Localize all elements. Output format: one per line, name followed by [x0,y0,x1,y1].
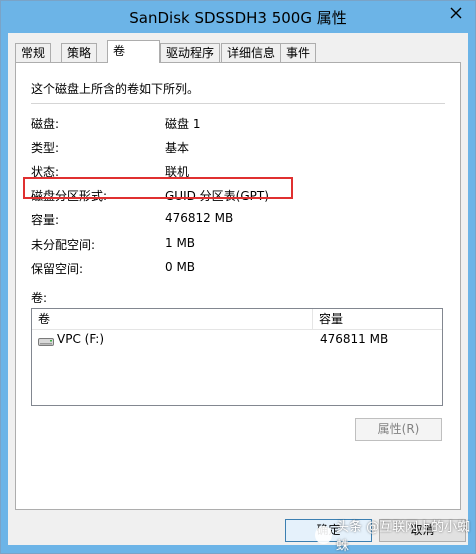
volume-name-cell: VPC (F:) [38,330,104,348]
window-title: SanDisk SDSSDH3 500G 属性 [129,9,347,27]
volume-properties-button[interactable]: 属性(R) [355,418,442,441]
type-label: 类型: [31,141,60,155]
panel-description: 这个磁盘上所含的卷如下所列。 [31,82,200,96]
column-header-volume[interactable]: 卷 [32,309,313,329]
drive-icon [38,334,54,346]
capacity-label: 容量: [31,213,60,227]
disk-label: 磁盘: [31,117,60,131]
capacity-value: 476812 MB [165,211,234,225]
properties-dialog: SanDisk SDSSDH3 500G 属性 常规 策略 卷 驱动程序 详细信… [0,0,476,554]
watermark-text: 头条 @互联网上的小蜘蛛 [336,520,471,554]
type-value: 基本 [165,141,190,155]
column-header-capacity[interactable]: 容量 [313,309,442,329]
volume-capacity: 476811 MB [320,332,389,346]
close-button[interactable] [440,2,471,23]
tab-events[interactable]: 事件 [280,43,317,62]
list-item[interactable]: VPC (F:) 476811 MB [32,330,442,348]
watermark: 头条 @互联网上的小蜘蛛 [315,520,475,554]
divider [31,103,445,104]
unallocated-label: 未分配空间: [31,238,96,252]
unallocated-value: 1 MB [165,236,196,250]
volumes-panel: 这个磁盘上所含的卷如下所列。 磁盘: 磁盘 1 类型: 基本 状态: 联机 磁盘… [15,62,461,510]
volume-name: VPC (F:) [57,332,105,346]
tab-volumes[interactable]: 卷 [107,40,160,63]
tab-general[interactable]: 常规 [15,43,52,62]
disk-value: 磁盘 1 [165,117,201,131]
reserved-label: 保留空间: [31,262,84,276]
tab-details[interactable]: 详细信息 [221,43,282,62]
volumes-label: 卷: [31,291,48,305]
tab-policies[interactable]: 策略 [61,43,98,62]
reserved-value: 0 MB [165,260,196,274]
dialog-body: 常规 策略 卷 驱动程序 详细信息 事件 这个磁盘上所含的卷如下所列。 磁盘: … [8,33,468,545]
highlight-box [23,177,293,199]
close-icon [450,7,461,18]
volume-list[interactable]: 卷 容量 VPC (F:) 476811 MB [31,308,443,406]
watermark-logo-icon [315,526,332,544]
title-bar[interactable]: SanDisk SDSSDH3 500G 属性 [1,1,475,33]
list-header: 卷 容量 [32,309,442,330]
tab-driver[interactable]: 驱动程序 [160,43,221,62]
